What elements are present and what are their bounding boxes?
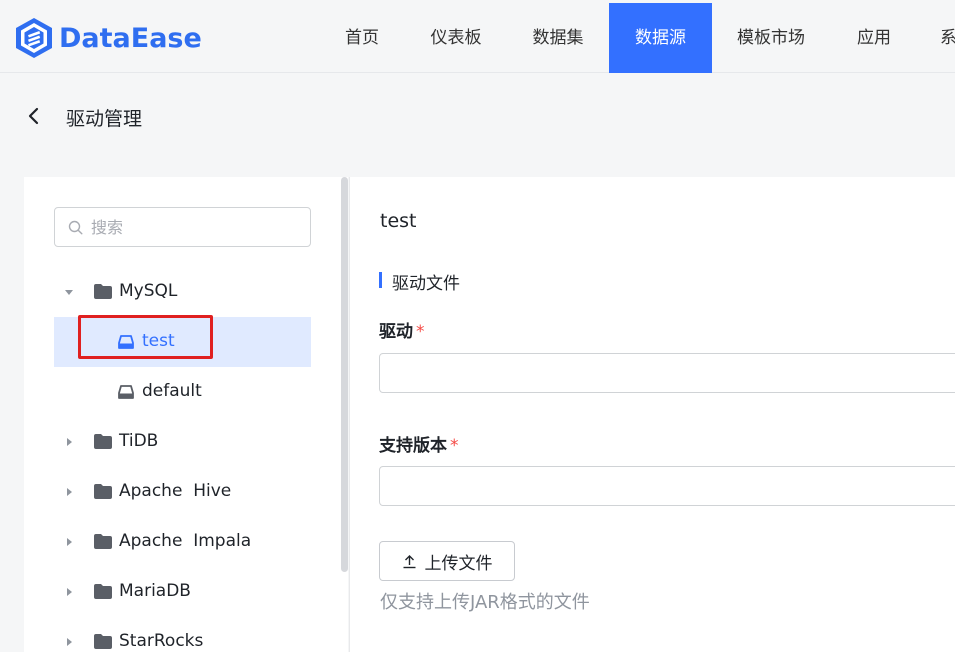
caret-right-icon[interactable] [64, 487, 74, 497]
folder-icon [94, 634, 112, 649]
dataease-logo[interactable]: DataEase [14, 16, 202, 60]
tree-node-starrocks[interactable]: StarRocks [54, 617, 311, 652]
tree-node-label: default [142, 381, 202, 401]
nav-dashboard[interactable]: 仪表板 [418, 3, 494, 73]
driver-input[interactable] [379, 353, 955, 393]
version-label-text: 支持版本 [379, 436, 447, 456]
driver-title: test [380, 210, 417, 232]
driver-label-text: 驱动 [379, 322, 413, 342]
folder-icon [94, 484, 112, 499]
tree-node-apache-impala[interactable]: Apache Impala [54, 517, 311, 567]
tree-node-label: MariaDB [119, 581, 191, 601]
search-icon [68, 220, 83, 235]
upload-tip: 仅支持上传JAR格式的文件 [380, 592, 590, 613]
driver-icon [118, 335, 134, 349]
tree-node-label: Apache Impala [119, 531, 252, 551]
tree-node-apache-hive[interactable]: Apache Hive [54, 467, 311, 517]
nav-home[interactable]: 首页 [328, 3, 396, 73]
caret-down-icon[interactable] [64, 287, 74, 297]
caret-right-icon[interactable] [64, 537, 74, 547]
tree-node-label: StarRocks [119, 631, 204, 651]
section-accent-bar [379, 272, 382, 288]
search-input[interactable] [91, 215, 301, 239]
tree-node-tidb[interactable]: TiDB [54, 417, 311, 467]
tree-node-label: test [142, 331, 175, 351]
chevron-left-icon[interactable] [26, 105, 42, 127]
tree-node-label: TiDB [119, 431, 159, 451]
driver-icon [118, 385, 134, 399]
top-header: DataEase 首页 仪表板 数据集 数据源 模板市场 应用 系 [0, 0, 955, 73]
folder-icon [94, 434, 112, 449]
upload-icon [403, 554, 415, 568]
nav-dataset[interactable]: 数据集 [520, 3, 596, 73]
version-field-label: 支持版本 * [379, 431, 459, 456]
nav-template-market[interactable]: 模板市场 [725, 3, 817, 73]
driver-field-label: 驱动 * [379, 317, 425, 342]
tree-node-default[interactable]: default [54, 367, 311, 417]
tree-node-mariadb[interactable]: MariaDB [54, 567, 311, 617]
tree-scrollbar[interactable] [341, 177, 348, 572]
caret-right-icon[interactable] [64, 437, 74, 447]
tree-node-test[interactable]: test [54, 317, 311, 367]
section-title: 驱动文件 [392, 274, 460, 294]
page-title: 驱动管理 [66, 108, 143, 130]
tree-node-mysql[interactable]: MySQL [54, 267, 311, 317]
caret-right-icon[interactable] [64, 587, 74, 597]
required-mark: * [450, 436, 459, 456]
tree-node-label: MySQL [119, 281, 178, 301]
caret-right-icon[interactable] [64, 637, 74, 647]
tree-search[interactable] [54, 207, 311, 247]
nav-app[interactable]: 应用 [840, 3, 908, 73]
logo-text: DataEase [59, 22, 202, 54]
required-mark: * [416, 322, 425, 342]
upload-button-label: 上传文件 [424, 553, 493, 574]
tree-node-label: Apache Hive [119, 481, 232, 501]
nav-datasource[interactable]: 数据源 [609, 3, 712, 73]
folder-icon [94, 584, 112, 599]
nav-system[interactable]: 系 [932, 3, 955, 73]
upload-file-button[interactable]: 上传文件 [379, 541, 515, 581]
dataease-logo-icon [16, 18, 52, 58]
folder-icon [94, 284, 112, 299]
version-input[interactable] [379, 466, 955, 506]
folder-icon [94, 534, 112, 549]
